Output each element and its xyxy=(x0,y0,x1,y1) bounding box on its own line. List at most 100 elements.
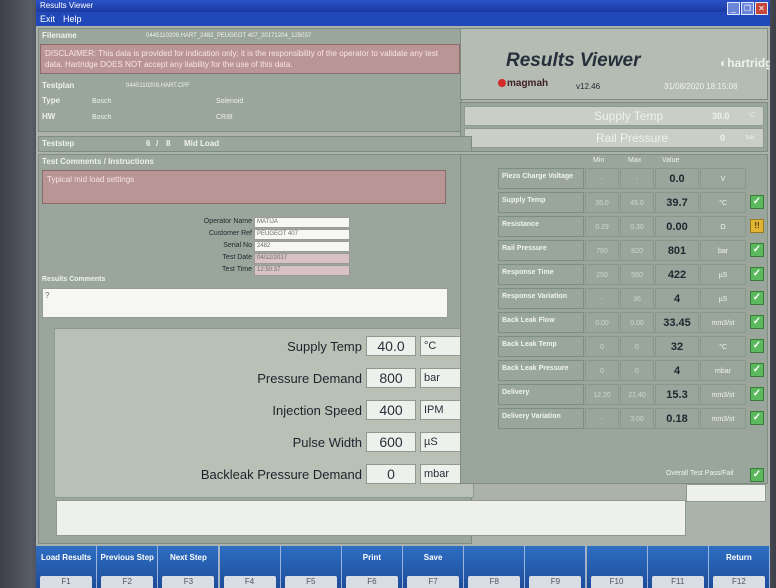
param-name: Injection Speed xyxy=(272,403,362,418)
pass-check-icon: ✓ xyxy=(750,363,764,377)
serial-label: Serial No xyxy=(223,242,252,249)
hw-make: Bosch xyxy=(92,114,112,121)
fkey-f9[interactable]: F9 xyxy=(525,546,587,588)
fkey-f12[interactable]: Return F12 xyxy=(708,546,770,588)
window-titlebar: Results Viewer xyxy=(36,0,770,12)
restore-icon[interactable]: ❐ xyxy=(741,2,754,15)
fkey-number: F1 xyxy=(40,576,93,588)
hw-label: HW xyxy=(42,112,56,121)
supply-temp-label: Supply Temp xyxy=(594,109,664,123)
result-row: Rail Pressure 780 820 801 bar ✓ xyxy=(498,240,768,262)
result-max: 0.00 xyxy=(620,312,654,333)
menu-help[interactable]: Help xyxy=(59,14,86,24)
operator-label: Operator Name xyxy=(203,218,252,225)
filename-value: 0445110209.HART_2482_PEUGEOT 407_2017120… xyxy=(146,33,312,39)
result-name: Supply Temp xyxy=(498,192,584,213)
fkey-f5[interactable]: F5 xyxy=(280,546,342,588)
fkey-f10[interactable]: F10 xyxy=(586,546,648,588)
param-value[interactable]: 400 xyxy=(366,400,416,420)
serial-field[interactable]: 2482 xyxy=(254,241,350,252)
param-value[interactable]: 40.0 xyxy=(366,336,416,356)
window-controls: _ ❐ ✕ xyxy=(727,2,768,15)
result-value: 0.0 xyxy=(655,168,699,189)
hw-kind: CRIB xyxy=(216,114,233,121)
aux-box xyxy=(686,484,766,502)
overall-label: Overall Test Pass/Fail xyxy=(666,470,734,477)
result-value: 0.18 xyxy=(655,408,699,429)
testplan-label: Testplan xyxy=(42,81,75,90)
comments-box[interactable]: Typical mid load settings xyxy=(42,170,446,204)
fkey-label: Next Step xyxy=(169,553,207,562)
result-name: Back Leak Flow xyxy=(498,312,584,333)
result-unit: mm3/st xyxy=(700,408,746,429)
param-name: Supply Temp xyxy=(287,339,362,354)
fkey-number: F6 xyxy=(345,576,398,588)
result-value: 422 xyxy=(655,264,699,285)
result-value: 32 xyxy=(655,336,699,357)
fkey-f3[interactable]: Next Step F3 xyxy=(158,546,220,588)
rail-pressure-value: 0 xyxy=(720,133,726,143)
result-unit: mm3/st xyxy=(700,384,746,405)
result-max: 36 xyxy=(620,288,654,309)
param-name: Pulse Width xyxy=(292,435,362,450)
result-unit: V xyxy=(700,168,746,189)
results-comments-label: Results Comments xyxy=(42,276,106,283)
fkey-f7[interactable]: Save F7 xyxy=(403,546,465,588)
status-box xyxy=(56,500,686,536)
result-row: Piezo Charge Voltage - -0.0 V xyxy=(498,168,768,190)
param-value[interactable]: 800 xyxy=(366,368,416,388)
magmah-logo: magmah xyxy=(498,78,548,89)
param-row: Injection Speed 400 IPM xyxy=(98,398,474,424)
results-comments-field[interactable]: ? xyxy=(42,288,448,318)
minimize-icon[interactable]: _ xyxy=(727,2,740,15)
fkey-f4[interactable]: F4 xyxy=(219,546,281,588)
time-label: Test Time xyxy=(222,266,252,273)
supply-temp-unit: °C xyxy=(748,113,755,119)
datetime-label: 31/08/2020 18:15:08 xyxy=(664,82,738,91)
fkey-f2[interactable]: Previous Step F2 xyxy=(97,546,159,588)
customer-field[interactable]: PEUGEOT 407 xyxy=(254,229,350,240)
teststep-label: Teststep xyxy=(42,139,75,148)
result-value: 15.3 xyxy=(655,384,699,405)
fkey-f6[interactable]: Print F6 xyxy=(341,546,403,588)
supply-temp-value: 30.0 xyxy=(712,111,730,121)
testplan-value: 0445110209.HART.CPF xyxy=(126,83,190,89)
window-title: Results Viewer xyxy=(40,1,94,10)
param-row: Pressure Demand 800 bar xyxy=(98,366,474,392)
result-max: 0.30 xyxy=(620,216,654,237)
fkey-label: Save xyxy=(423,553,443,562)
fkey-f8[interactable]: F8 xyxy=(464,546,526,588)
param-name: Pressure Demand xyxy=(257,371,362,386)
pass-check-icon: ✓ xyxy=(750,387,764,401)
result-unit: °C xyxy=(700,336,746,357)
rail-pressure-unit: bar xyxy=(746,135,755,141)
rail-pressure-label: Rail Pressure xyxy=(596,131,669,145)
comments-label: Test Comments / Instructions xyxy=(42,157,154,166)
teststep-sep: / xyxy=(156,139,159,148)
fkey-f1[interactable]: Load Results F1 xyxy=(36,546,98,588)
param-value[interactable]: 600 xyxy=(366,432,416,452)
result-min: 780 xyxy=(585,240,619,261)
menu-exit[interactable]: Exit xyxy=(36,14,59,24)
result-min: 0 xyxy=(585,336,619,357)
close-icon[interactable]: ✕ xyxy=(755,2,768,15)
result-row: Delivery 12.20 21.40 15.3 mm3/st ✓ xyxy=(498,384,768,406)
pass-check-icon: ✓ xyxy=(750,267,764,281)
result-unit: °C xyxy=(700,192,746,213)
result-name: Back Leak Temp xyxy=(498,336,584,357)
result-min: 0.00 xyxy=(585,312,619,333)
param-row: Supply Temp 40.0 °C xyxy=(98,334,474,360)
result-unit: bar xyxy=(700,240,746,261)
result-row: Response Time 250 550 422 µS ✓ xyxy=(498,264,768,286)
operator-field[interactable]: MATIJA xyxy=(254,217,350,228)
param-value[interactable]: 0 xyxy=(366,464,416,484)
result-name: Rail Pressure xyxy=(498,240,584,261)
result-value: 4 xyxy=(655,288,699,309)
fkey-f11[interactable]: F11 xyxy=(647,546,709,588)
overall-pass-icon: ✓ xyxy=(750,468,764,482)
fkey-label: Return xyxy=(726,553,752,562)
fkey-number: F4 xyxy=(223,576,276,588)
result-unit: mm3/st xyxy=(700,312,746,333)
result-name: Response Variation xyxy=(498,288,584,309)
pass-check-icon: ✓ xyxy=(750,243,764,257)
